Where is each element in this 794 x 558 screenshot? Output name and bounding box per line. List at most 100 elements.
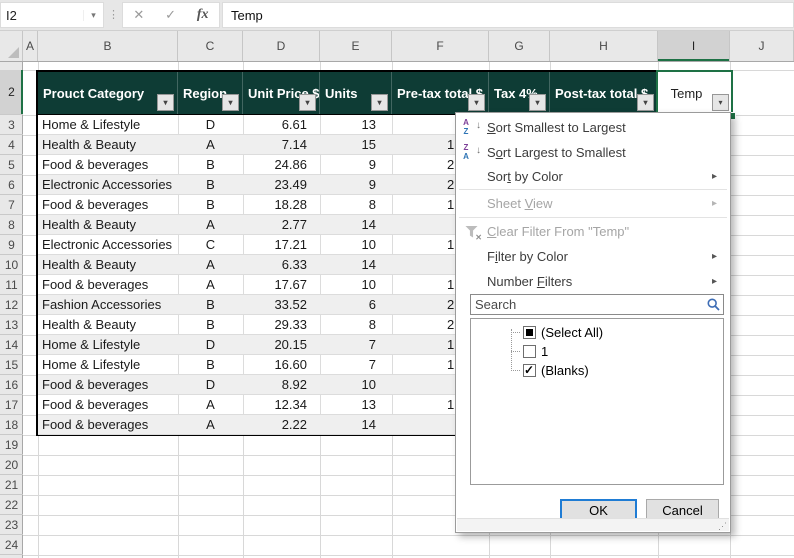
row-header-22[interactable]: 22 [0, 495, 23, 515]
cell-unit-price[interactable]: 6.33 [243, 255, 307, 274]
column-header-G[interactable]: G [489, 31, 550, 61]
cell-region[interactable]: B [178, 295, 243, 314]
formula-bar-input[interactable]: Temp [222, 2, 794, 28]
row-header-23[interactable]: 23 [0, 515, 23, 535]
cell-region[interactable]: A [178, 215, 243, 234]
row-header-14[interactable]: 14 [0, 335, 23, 355]
cell-category[interactable]: Food & beverages [42, 375, 148, 394]
cell-unit-price[interactable]: 23.49 [243, 175, 307, 194]
column-header-D[interactable]: D [243, 31, 320, 61]
row-header-8[interactable]: 8 [0, 215, 23, 235]
cell-region[interactable]: A [178, 135, 243, 154]
cell-unit-price[interactable]: 17.67 [243, 275, 307, 294]
filter-button-units[interactable]: ▾ [371, 94, 388, 111]
sort-smallest-to-largest-menu-item[interactable]: A Z ↓ Sort Smallest to Largest [457, 115, 729, 140]
cell-unit-price[interactable]: 8.92 [243, 375, 307, 394]
cell-unit-price[interactable]: 18.28 [243, 195, 307, 214]
cell-category[interactable]: Food & beverages [42, 195, 148, 214]
cell-region[interactable]: C [178, 235, 243, 254]
row-header-7[interactable]: 7 [0, 195, 23, 215]
cell-category[interactable]: Electronic Accessories [42, 175, 172, 194]
row-header-13[interactable]: 13 [0, 315, 23, 335]
cell-pretax-partial[interactable]: 1 [447, 355, 454, 374]
cell-region[interactable]: B [178, 195, 243, 214]
cell-pretax-partial[interactable]: 1 [447, 395, 454, 414]
select-all-button[interactable] [0, 31, 23, 61]
insert-function-icon[interactable]: fx [197, 7, 209, 23]
cell-category[interactable]: Food & beverages [42, 415, 148, 434]
filter-button-region[interactable]: ▾ [222, 94, 239, 111]
cell-units[interactable]: 8 [320, 195, 376, 214]
cell-category[interactable]: Food & beverages [42, 275, 148, 294]
column-header-E[interactable]: E [320, 31, 392, 61]
sort-largest-to-smallest-menu-item[interactable]: Z A ↓ Sort Largest to Smallest [457, 140, 729, 165]
cell-units[interactable]: 10 [320, 375, 376, 394]
name-box-dropdown-icon[interactable]: ▾ [83, 9, 103, 21]
cancel-entry-icon[interactable]: ✕ [133, 7, 144, 23]
row-header-11[interactable]: 11 [0, 275, 23, 295]
cell-region[interactable]: A [178, 255, 243, 274]
resize-grip-icon[interactable]: ⋰ [718, 521, 727, 531]
cell-category[interactable]: Home & Lifestyle [42, 335, 140, 354]
column-header-J[interactable]: J [730, 31, 794, 61]
cell-units[interactable]: 7 [320, 355, 376, 374]
cell-unit-price[interactable]: 12.34 [243, 395, 307, 414]
cell-region[interactable]: D [178, 115, 243, 134]
row-header-9[interactable]: 9 [0, 235, 23, 255]
cell-region[interactable]: B [178, 355, 243, 374]
row-header-3[interactable]: 3 [0, 115, 23, 135]
cell-category[interactable]: Fashion Accessories [42, 295, 161, 314]
cell-region[interactable]: B [178, 315, 243, 334]
row-header-4[interactable]: 4 [0, 135, 23, 155]
column-header-I[interactable]: I [658, 31, 730, 61]
column-header-B[interactable]: B [38, 31, 178, 61]
checkbox-select-all[interactable] [523, 326, 536, 339]
cell-unit-price[interactable]: 6.61 [243, 115, 307, 134]
row-header-15[interactable]: 15 [0, 355, 23, 375]
cell-category[interactable]: Health & Beauty [42, 215, 136, 234]
cell-pretax-partial[interactable]: 2 [447, 155, 454, 174]
confirm-entry-icon[interactable]: ✓ [165, 7, 176, 23]
column-header-A[interactable]: A [23, 31, 38, 61]
search-input[interactable] [471, 296, 703, 313]
cell-units[interactable]: 10 [320, 235, 376, 254]
filter-button-posttax-total[interactable]: ▾ [637, 94, 654, 111]
cell-unit-price[interactable]: 7.14 [243, 135, 307, 154]
filter-value-1[interactable]: 1 [471, 342, 723, 361]
cell-category[interactable]: Health & Beauty [42, 255, 136, 274]
cell-unit-price[interactable]: 2.22 [243, 415, 307, 434]
filter-button-unit-price[interactable]: ▾ [299, 94, 316, 111]
cell-category[interactable]: Home & Lifestyle [42, 355, 140, 374]
cell-units[interactable]: 6 [320, 295, 376, 314]
cell-category[interactable]: Food & beverages [42, 155, 148, 174]
cell-region[interactable]: D [178, 375, 243, 394]
cell-pretax-partial[interactable]: 1 [447, 335, 454, 354]
cell-units[interactable]: 7 [320, 335, 376, 354]
cell-I2-selected[interactable]: Temp ▾ [656, 70, 736, 120]
cell-region[interactable]: A [178, 395, 243, 414]
cell-units[interactable]: 9 [320, 155, 376, 174]
cell-units[interactable]: 14 [320, 415, 376, 434]
cell-units[interactable]: 10 [320, 275, 376, 294]
checkbox-blanks[interactable] [523, 363, 536, 377]
row-header-12[interactable]: 12 [0, 295, 23, 315]
temp-filter-button[interactable]: ▾ [712, 94, 729, 111]
cell-pretax-partial[interactable]: 2 [447, 295, 454, 314]
cell-units[interactable]: 14 [320, 215, 376, 234]
cell-unit-price[interactable]: 17.21 [243, 235, 307, 254]
row-header-24[interactable]: 24 [0, 535, 23, 555]
cell-category[interactable]: Home & Lifestyle [42, 115, 140, 134]
sort-by-color-menu-item[interactable]: Sort by Color ▸ [457, 165, 729, 188]
cell-pretax-partial[interactable]: 2 [447, 315, 454, 334]
cell-unit-price[interactable]: 2.77 [243, 215, 307, 234]
cell-category[interactable]: Health & Beauty [42, 315, 136, 334]
row-header-18[interactable]: 18 [0, 415, 23, 435]
cell-category[interactable]: Health & Beauty [42, 135, 136, 154]
cell-region[interactable]: B [178, 175, 243, 194]
column-header-H[interactable]: H [550, 31, 658, 61]
filter-button-product-category[interactable]: ▾ [157, 94, 174, 111]
cell-region[interactable]: B [178, 155, 243, 174]
search-icon[interactable] [703, 298, 723, 311]
cell-pretax-partial[interactable]: 1 [447, 195, 454, 214]
row-header-16[interactable]: 16 [0, 375, 23, 395]
